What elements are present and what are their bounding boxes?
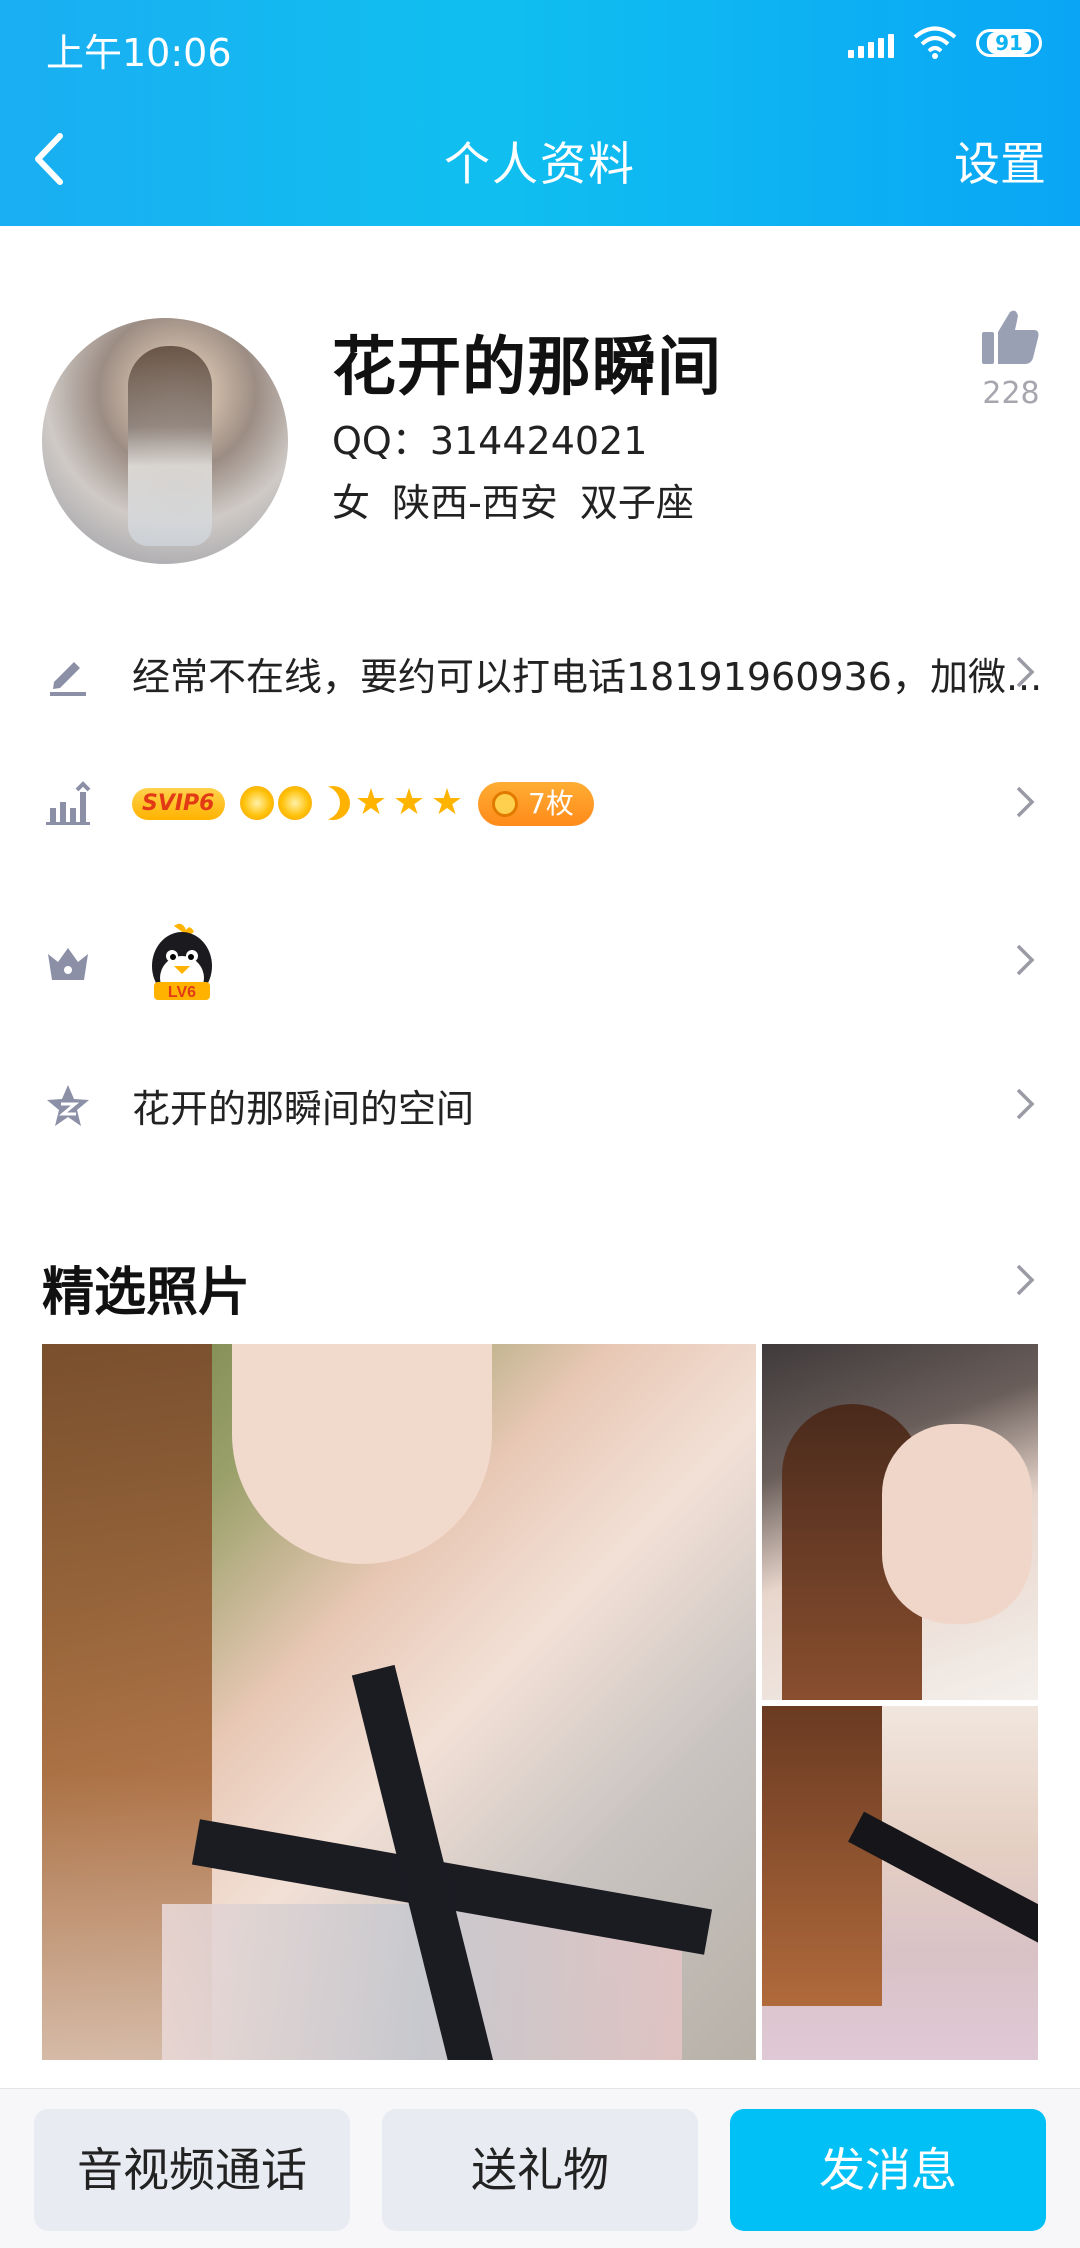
coin-icon [492,791,518,817]
star-icon: ★ [430,782,464,823]
avatar[interactable] [42,318,288,564]
page-title: 个人资料 [444,137,636,191]
send-gift-button[interactable]: 送礼物 [382,2109,698,2231]
moon-icon [316,786,350,820]
coin-count: 7枚 [528,787,574,820]
battery-level: 91 [987,32,1031,54]
qq-level-badge: LV6 [168,984,196,1001]
qq-level-row[interactable]: LV6 [0,904,1080,1014]
featured-photo-1[interactable] [42,1344,756,2060]
chevron-right-icon [1016,944,1035,976]
featured-photo-3[interactable] [762,1706,1038,2060]
thumbs-up-icon [982,310,1039,364]
settings-button[interactable]: 设置 [954,128,1046,194]
av-call-button[interactable]: 音视频通话 [34,2109,350,2231]
battery-icon: 91 [976,29,1042,57]
bottom-action-bar: 音视频通话 送礼物 发消息 [0,2088,1080,2248]
signature-text: 经常不在线，要约可以打电话18191960936，加微... [132,655,1043,699]
chevron-right-icon [1016,786,1035,818]
send-message-button[interactable]: 发消息 [730,2109,1046,2231]
photo-detail [762,1706,882,2006]
penguin-level-icon: LV6 [144,922,220,1010]
star-icon: ★ [392,782,426,823]
level-medals: ★ ★ ★ [240,782,464,823]
qzone-row[interactable]: 花开的那瞬间的空间 [0,1048,1080,1158]
star-icon: ★ [354,782,388,823]
qzone-star-icon [47,1085,89,1126]
chevron-right-icon [1016,1088,1035,1120]
user-info: 女 陕西-西安 双子座 [332,481,694,525]
wifi-icon [913,26,957,59]
coin-badge: 7枚 [478,782,594,826]
like-count: 228 [982,376,1040,411]
crown-icon [48,948,88,980]
photo-detail [882,1424,1032,1624]
level-chart-icon [46,781,91,825]
nickname: 花开的那瞬间 [332,331,722,405]
photo-detail [232,1344,492,1564]
edit-icon [50,662,86,696]
featured-photo-2[interactable] [762,1344,1038,1700]
sun-icon [240,786,274,820]
svip-badge: SVIP6 [132,788,225,820]
signature-row[interactable]: 经常不在线，要约可以打电话18191960936，加微... [0,616,1080,726]
signal-icon [848,28,894,58]
sun-icon [278,786,312,820]
vip-level-row[interactable]: SVIP6 ★ ★ ★ 7枚 [0,746,1080,856]
qzone-label: 花开的那瞬间的空间 [132,1087,475,1131]
top-header: 上午10:06 91 个人资料 设置 [0,0,1080,226]
photos-section-title: 精选照片 [42,1263,251,1323]
chevron-right-icon[interactable] [1014,1262,1036,1298]
qq-number: QQ：314424021 [332,419,648,463]
status-time: 上午10:06 [46,31,232,75]
like-button[interactable]: 228 [978,308,1044,411]
chevron-right-icon [1016,656,1035,688]
status-icons: 91 [848,26,1042,60]
